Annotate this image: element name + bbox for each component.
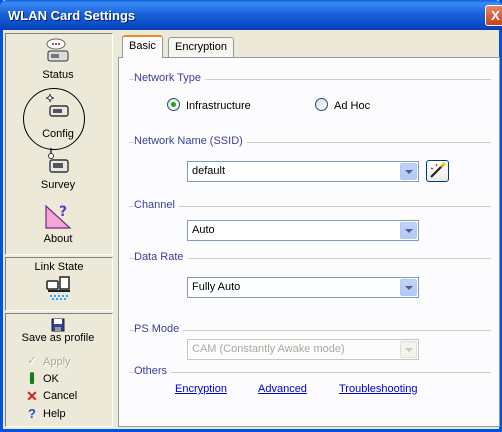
ps-mode-label: PS Mode [134, 323, 184, 335]
help-question-icon: ? [28, 406, 36, 421]
chevron-down-icon [400, 341, 417, 358]
data-rate-combo[interactable]: Fully Auto [187, 277, 419, 298]
cancel-label: Cancel [43, 389, 78, 402]
network-type-label: Network Type [134, 72, 206, 84]
cancel-x-icon: ✕ [26, 388, 38, 404]
ssid-label: Network Name (SSID) [134, 135, 247, 147]
nav-survey[interactable]: Survey [6, 148, 110, 191]
group-divider [129, 372, 491, 373]
radio-indicator [315, 98, 328, 111]
title-bar[interactable]: WLAN Card Settings X [0, 0, 502, 30]
nav-status-label: Status [42, 69, 74, 81]
channel-combo[interactable]: Auto [187, 220, 419, 241]
adhoc-label: Ad Hoc [334, 100, 371, 112]
ssid-combo[interactable]: default [187, 161, 419, 182]
basic-tab-panel: Network Type Infrastructure Ad Hoc Netwo… [118, 57, 500, 427]
sidebar: Status Config Survey ? About Link State … [5, 33, 113, 427]
cancel-button[interactable]: ✕ Cancel [24, 388, 128, 404]
ps-mode-value: CAM (Constantly Awake mode) [192, 343, 345, 355]
nav-about[interactable]: ? About [6, 202, 110, 245]
ssid-value: default [192, 165, 226, 177]
chevron-down-icon[interactable] [400, 279, 417, 296]
tab-basic[interactable]: Basic [122, 35, 163, 58]
save-profile-icon [51, 318, 65, 332]
ok-label: OK [43, 372, 59, 385]
nav-survey-label: Survey [40, 179, 76, 191]
advanced-link[interactable]: Advanced [258, 383, 307, 395]
troubleshooting-link[interactable]: Troubleshooting [339, 383, 417, 395]
ok-icon: ❚ [27, 372, 37, 384]
wlan-settings-window: WLAN Card Settings X Status Config Surve… [0, 0, 502, 432]
radio-indicator [167, 98, 180, 111]
encryption-link[interactable]: Encryption [175, 383, 227, 395]
others-label: Others [134, 365, 172, 377]
group-divider [129, 206, 491, 207]
action-panel: Save as profile ✓ Apply ❚ OK ✕ Cancel ? Help [5, 313, 113, 427]
data-rate-value: Fully Auto [192, 281, 241, 293]
save-as-profile-label: Save as profile [21, 332, 95, 344]
config-highlight-circle [23, 88, 85, 150]
about-icon: ? [45, 204, 72, 229]
tab-encryption[interactable]: Encryption [168, 37, 234, 57]
channel-value: Auto [192, 224, 215, 236]
nav-panel: Status Config Survey ? About [5, 33, 113, 255]
save-as-profile-button[interactable]: Save as profile [6, 318, 110, 344]
infrastructure-radio[interactable]: Infrastructure [167, 98, 251, 112]
chevron-down-icon[interactable] [400, 222, 417, 239]
adhoc-radio[interactable]: Ad Hoc [315, 98, 370, 112]
help-label: Help [43, 407, 66, 420]
ps-mode-combo[interactable]: CAM (Constantly Awake mode) [187, 339, 419, 360]
ok-button[interactable]: ❚ OK [24, 371, 128, 387]
ssid-wand-button[interactable] [426, 160, 449, 182]
wand-icon [430, 162, 446, 178]
status-icon [46, 38, 69, 62]
help-button[interactable]: ? Help [24, 406, 128, 422]
nav-about-label: About [43, 233, 73, 245]
chevron-down-icon[interactable] [400, 163, 417, 180]
settings-main: Basic Encryption Network Type Infrastruc… [118, 33, 500, 427]
link-state-label: Link State [34, 261, 84, 273]
link-state-icon [46, 276, 70, 300]
data-rate-label: Data Rate [134, 251, 188, 263]
apply-check-icon: ✓ [27, 355, 37, 367]
svg-text:?: ? [59, 204, 67, 220]
apply-button[interactable]: ✓ Apply [24, 354, 128, 370]
link-state-panel[interactable]: Link State [5, 257, 113, 311]
nav-status[interactable]: Status [6, 38, 110, 81]
infrastructure-label: Infrastructure [186, 100, 251, 112]
close-button[interactable]: X [485, 5, 502, 26]
survey-icon [48, 148, 69, 173]
channel-label: Channel [134, 199, 179, 211]
window-title: WLAN Card Settings [8, 8, 136, 23]
apply-label: Apply [43, 355, 71, 368]
group-divider [129, 330, 491, 331]
